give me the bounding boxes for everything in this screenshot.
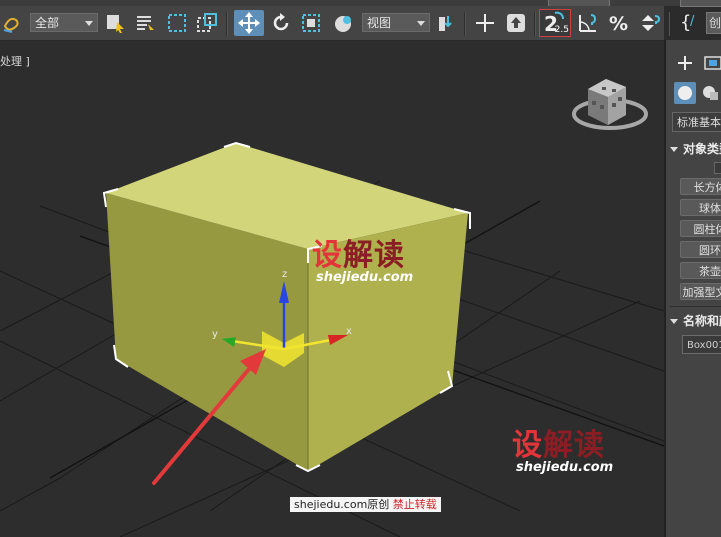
workspace-tab-2[interactable] xyxy=(680,0,721,7)
torus-button[interactable]: 圆环 xyxy=(680,241,721,258)
svg-text:%: % xyxy=(609,13,628,34)
sphere-button[interactable]: 球体 xyxy=(680,199,721,216)
gizmo-x-label: x xyxy=(346,326,352,337)
command-panel: 标准基本体 对象类型 长方体 球体 圆柱体 圆环 茶壶 加强型文本 名称和颜色 … xyxy=(664,40,721,537)
spinner-snap-icon[interactable] xyxy=(636,10,662,36)
toolbar-separator xyxy=(226,12,228,36)
pivot-point-icon[interactable] xyxy=(434,10,460,36)
slash-icon: / xyxy=(690,14,695,29)
region-select-icon[interactable] xyxy=(164,10,190,36)
modify-tab-icon[interactable] xyxy=(702,52,721,74)
chevron-down-icon xyxy=(85,21,93,26)
name-color-rollout-header[interactable]: 名称和颜色 xyxy=(670,312,721,330)
rollout-divider xyxy=(670,306,721,307)
snap-type-label: 2.5 xyxy=(554,25,569,35)
select-and-move-icon[interactable] xyxy=(234,10,264,36)
select-by-name-icon[interactable] xyxy=(132,10,158,36)
watermark-logo: 设解读 xyxy=(512,428,605,463)
watermark-center: 设解读 shejiedu.com xyxy=(312,238,414,285)
watermark-url: shejiedu.com xyxy=(316,270,414,285)
copyright-notice: shejiedu.com原创 禁止转载 xyxy=(290,497,441,512)
create-selection-set-field[interactable]: 创 xyxy=(706,12,721,34)
geometry-category-icon[interactable] xyxy=(674,82,696,104)
toolbar-separator xyxy=(668,12,670,36)
placement-icon[interactable] xyxy=(330,10,356,36)
main-toolbar: 全部 视图 2 2.5 % xyxy=(0,6,670,41)
edit-named-selection-area: { / 创 xyxy=(676,10,721,38)
toolbar-separator xyxy=(464,12,466,36)
snaps-toggle-icon[interactable]: 2 2.5 xyxy=(539,9,571,37)
select-object-icon[interactable] xyxy=(102,10,128,36)
perspective-viewport[interactable]: 处理 ] z x y 设解读 shejiedu.com 设解读 shejiedu… xyxy=(0,41,664,537)
reference-coordinate-dropdown[interactable]: 视图 xyxy=(362,13,430,32)
viewcube-icon[interactable] xyxy=(572,79,648,130)
percent-snap-icon[interactable]: % xyxy=(606,10,632,36)
selection-filter-dropdown[interactable]: 全部 xyxy=(30,13,98,32)
reference-coordinate-value: 视图 xyxy=(367,16,392,30)
chevron-down-icon xyxy=(670,147,678,152)
gizmo-z-label: z xyxy=(282,269,287,280)
watermark-url: shejiedu.com xyxy=(516,460,614,475)
cylinder-button[interactable]: 圆柱体 xyxy=(680,220,721,237)
object-category-dropdown[interactable]: 标准基本体 xyxy=(672,112,721,132)
box-button[interactable]: 长方体 xyxy=(680,178,721,195)
create-tab-icon[interactable] xyxy=(674,52,696,74)
box-object[interactable] xyxy=(106,143,468,471)
chevron-down-icon xyxy=(417,21,425,26)
toolbar-separator xyxy=(534,12,536,36)
shapes-category-icon[interactable] xyxy=(700,82,721,104)
keyboard-shortcut-icon[interactable] xyxy=(503,10,529,36)
watermark-logo: 设解读 xyxy=(312,238,405,273)
rotate-icon[interactable] xyxy=(268,10,294,36)
window-crossing-icon[interactable] xyxy=(194,10,220,36)
object-name-field[interactable]: Box001 xyxy=(682,335,721,354)
selection-filter-value: 全部 xyxy=(35,16,60,30)
link-icon[interactable] xyxy=(1,10,23,36)
autogrid-checkbox[interactable] xyxy=(714,162,721,174)
scale-icon[interactable] xyxy=(298,10,324,36)
chevron-down-icon xyxy=(670,319,678,324)
teapot-button[interactable]: 茶壶 xyxy=(680,262,721,279)
angle-snap-icon[interactable] xyxy=(575,10,601,36)
gizmo-y-label: y xyxy=(212,329,218,340)
3dsmax-window: 全部 视图 2 2.5 % {/ 创 处理] z x y 设解读 sheji… xyxy=(0,0,721,537)
object-type-rollout-header[interactable]: 对象类型 xyxy=(670,140,721,158)
text-plus-button[interactable]: 加强型文本 xyxy=(680,283,721,300)
watermark-bottom-right: 设解读 shejiedu.com xyxy=(512,428,614,475)
axis-constraint-icon[interactable] xyxy=(472,10,498,36)
